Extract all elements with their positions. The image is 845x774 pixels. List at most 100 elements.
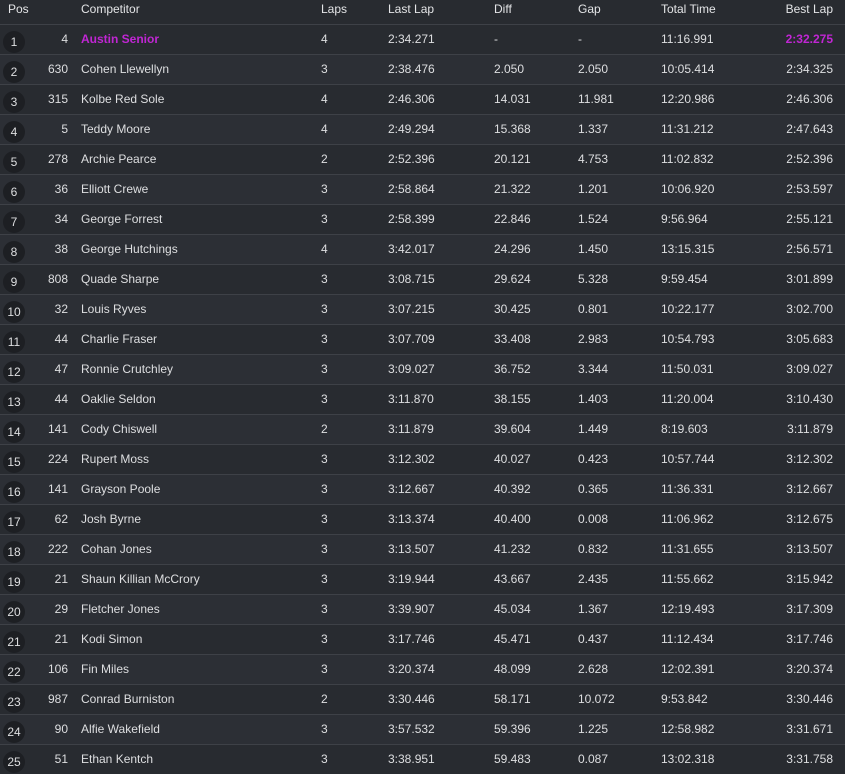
last-lap-time: 2:46.306 bbox=[388, 92, 435, 106]
table-row[interactable]: 14 141 Cody Chiswell 2 3:11.879 39.604 1.449 8:… bbox=[0, 414, 845, 444]
table-row[interactable]: 16 141 Grayson Poole 3 3:12.667 40.392 0.365 11… bbox=[0, 474, 845, 504]
table-row[interactable]: 13 44 Oaklie Seldon 3 3:11.870 38.155 1.403 11:… bbox=[0, 384, 845, 414]
table-row[interactable]: 1 4 Austin Senior 4 2:34.271 - - 11:16.991 2:32.… bbox=[0, 24, 845, 54]
diff-value: 40.392 bbox=[494, 482, 531, 496]
competitor-name: Teddy Moore bbox=[81, 122, 151, 136]
table-row[interactable]: 21 21 Kodi Simon 3 3:17.746 45.471 0.437 11:12.… bbox=[0, 624, 845, 654]
table-row[interactable]: 25 51 Ethan Kentch 3 3:38.951 59.483 0.087 13:0… bbox=[0, 744, 845, 774]
gap-value: 2.050 bbox=[578, 62, 609, 76]
table-row[interactable]: 24 90 Alfie Wakefield 3 3:57.532 59.396 1.225 1… bbox=[0, 714, 845, 744]
header-last-lap[interactable]: Last Lap bbox=[388, 0, 434, 19]
race-number: 630 bbox=[47, 62, 68, 76]
header-competitor[interactable]: Competitor bbox=[81, 0, 140, 19]
best-lap-time: 3:12.675 bbox=[786, 512, 833, 526]
gap-value: 1.524 bbox=[578, 212, 609, 226]
table-row[interactable]: 9 808 Quade Sharpe 3 3:08.715 29.624 5.328 9:59… bbox=[0, 264, 845, 294]
last-lap-time: 3:11.870 bbox=[388, 392, 434, 406]
race-number: 90 bbox=[54, 722, 68, 736]
last-lap-time: 3:17.746 bbox=[388, 632, 435, 646]
last-lap-time: 2:38.476 bbox=[388, 62, 435, 76]
position-badge: 8 bbox=[3, 241, 25, 263]
diff-value: 15.368 bbox=[494, 122, 531, 136]
best-lap-time: 3:09.027 bbox=[786, 362, 833, 376]
race-number: 222 bbox=[47, 542, 68, 556]
total-time: 9:56.964 bbox=[661, 212, 708, 226]
table-row[interactable]: 20 29 Fletcher Jones 3 3:39.907 45.034 1.367 12… bbox=[0, 594, 845, 624]
header-total-time[interactable]: Total Time bbox=[661, 0, 716, 19]
competitor-name: Quade Sharpe bbox=[81, 272, 160, 286]
diff-value: 45.471 bbox=[494, 632, 531, 646]
diff-value: 39.604 bbox=[494, 422, 531, 436]
position-badge: 15 bbox=[3, 451, 25, 473]
last-lap-time: 3:57.532 bbox=[388, 722, 435, 736]
diff-value: 36.752 bbox=[494, 362, 531, 376]
diff-value: - bbox=[494, 32, 498, 46]
table-row[interactable]: 11 44 Charlie Fraser 3 3:07.709 33.408 2.983 10… bbox=[0, 324, 845, 354]
race-number: 38 bbox=[54, 242, 68, 256]
laps-count: 3 bbox=[321, 662, 328, 676]
best-lap-time: 2:56.571 bbox=[786, 242, 833, 256]
diff-value: 38.155 bbox=[494, 392, 531, 406]
gap-value: 4.753 bbox=[578, 152, 609, 166]
position-badge: 23 bbox=[3, 691, 25, 713]
table-row[interactable]: 19 21 Shaun Killian McCrory 3 3:19.944 43.667… bbox=[0, 564, 845, 594]
position-badge: 14 bbox=[3, 421, 25, 443]
last-lap-time: 2:52.396 bbox=[388, 152, 435, 166]
header-gap[interactable]: Gap bbox=[578, 0, 601, 19]
header-laps[interactable]: Laps bbox=[321, 0, 347, 19]
best-lap-time: 3:11.879 bbox=[787, 422, 833, 436]
last-lap-time: 3:13.507 bbox=[388, 542, 435, 556]
position-badge: 25 bbox=[3, 751, 25, 773]
table-row[interactable]: 6 36 Elliott Crewe 3 2:58.864 21.322 1.201 10:0… bbox=[0, 174, 845, 204]
position-badge: 19 bbox=[3, 571, 25, 593]
total-time: 10:54.793 bbox=[661, 332, 715, 346]
position-badge: 7 bbox=[3, 211, 25, 233]
diff-value: 21.322 bbox=[494, 182, 531, 196]
table-row[interactable]: 2 630 Cohen Llewellyn 3 2:38.476 2.050 2.050 10… bbox=[0, 54, 845, 84]
table-row[interactable]: 10 32 Louis Ryves 3 3:07.215 30.425 0.801 10:22… bbox=[0, 294, 845, 324]
table-row[interactable]: 5 278 Archie Pearce 2 2:52.396 20.121 4.753 11:… bbox=[0, 144, 845, 174]
table-row[interactable]: 4 5 Teddy Moore 4 2:49.294 15.368 1.337 11:31.2… bbox=[0, 114, 845, 144]
laps-count: 2 bbox=[321, 422, 328, 436]
competitor-name: Cody Chiswell bbox=[81, 422, 158, 436]
total-time: 13:15.315 bbox=[661, 242, 715, 256]
header-diff[interactable]: Diff bbox=[494, 0, 512, 19]
table-row[interactable]: 17 62 Josh Byrne 3 3:13.374 40.400 0.008 11:06.… bbox=[0, 504, 845, 534]
diff-value: 41.232 bbox=[494, 542, 531, 556]
table-row[interactable]: 15 224 Rupert Moss 3 3:12.302 40.027 0.423 10:5… bbox=[0, 444, 845, 474]
laps-count: 3 bbox=[321, 62, 328, 76]
best-lap-time: 3:30.446 bbox=[786, 692, 833, 706]
laps-count: 4 bbox=[321, 32, 328, 46]
best-lap-time: 3:10.430 bbox=[786, 392, 833, 406]
best-lap-time: 2:32.275 bbox=[785, 32, 833, 46]
gap-value: 0.437 bbox=[578, 632, 609, 646]
race-number: 5 bbox=[61, 122, 68, 136]
position-badge: 20 bbox=[3, 601, 25, 623]
gap-value: 0.832 bbox=[578, 542, 609, 556]
competitor-name: Austin Senior bbox=[81, 32, 160, 46]
table-row[interactable]: 8 38 George Hutchings 4 3:42.017 24.296 1.450 1… bbox=[0, 234, 845, 264]
gap-value: 0.423 bbox=[578, 452, 609, 466]
header-best-lap[interactable]: Best Lap bbox=[786, 0, 833, 19]
best-lap-time: 3:15.942 bbox=[786, 572, 833, 586]
table-row[interactable]: 18 222 Cohan Jones 3 3:13.507 41.232 0.832 11:3… bbox=[0, 534, 845, 564]
table-row[interactable]: 22 106 Fin Miles 3 3:20.374 48.099 2.628 12:02.… bbox=[0, 654, 845, 684]
gap-value: 10.072 bbox=[578, 692, 615, 706]
table-row[interactable]: 7 34 George Forrest 3 2:58.399 22.846 1.524 9:5… bbox=[0, 204, 845, 234]
competitor-name: Shaun Killian McCrory bbox=[81, 572, 200, 586]
gap-value: 1.201 bbox=[578, 182, 609, 196]
race-number: 106 bbox=[47, 662, 68, 676]
last-lap-time: 3:11.879 bbox=[388, 422, 434, 436]
laps-count: 3 bbox=[321, 512, 328, 526]
table-row[interactable]: 3 315 Kolbe Red Sole 4 2:46.306 14.031 11.981 1… bbox=[0, 84, 845, 114]
laps-count: 3 bbox=[321, 542, 328, 556]
header-pos[interactable]: Pos bbox=[8, 0, 29, 19]
total-time: 11:02.832 bbox=[661, 152, 714, 166]
table-row[interactable]: 12 47 Ronnie Crutchley 3 3:09.027 36.752 3.344… bbox=[0, 354, 845, 384]
laps-count: 4 bbox=[321, 92, 328, 106]
race-number: 224 bbox=[47, 452, 68, 466]
race-number: 278 bbox=[47, 152, 68, 166]
race-number: 32 bbox=[54, 302, 68, 316]
last-lap-time: 3:19.944 bbox=[388, 572, 435, 586]
table-row[interactable]: 23 987 Conrad Burniston 2 3:30.446 58.171 10.0… bbox=[0, 684, 845, 714]
